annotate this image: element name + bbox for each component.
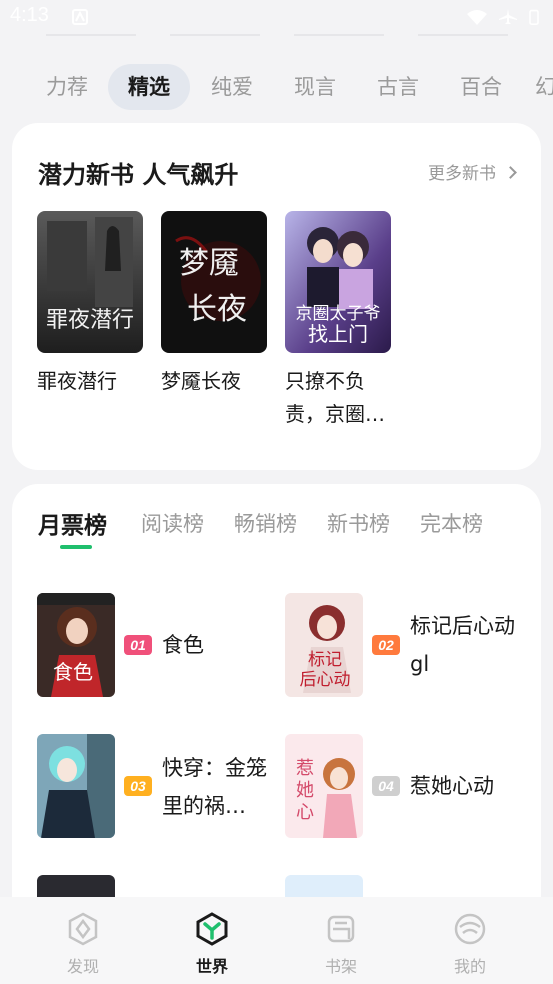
svg-text:食色: 食色 [53, 660, 93, 684]
book-title: 标记后心动gl [410, 614, 515, 676]
book-title: 只撩不负责，京圈… [285, 369, 385, 426]
svg-text:心: 心 [296, 802, 314, 823]
category-tab[interactable]: 纯爱 [203, 64, 261, 110]
ranking-tab-active[interactable]: 月票榜 [38, 506, 107, 540]
active-tab-indicator [60, 545, 92, 549]
category-tab[interactable]: 力荐 [38, 64, 96, 110]
nav-label: 书架 [324, 957, 357, 976]
svg-text:找上门: 找上门 [308, 322, 368, 346]
svg-text:长夜: 长夜 [187, 292, 247, 327]
book-item[interactable]: 梦魇 长夜 梦魇长夜 [161, 211, 267, 398]
status-time: 4:13 [10, 4, 49, 26]
ranking-item[interactable]: 03 快穿：金笼里的祸… [37, 734, 287, 838]
category-tabs: 力荐 精选 纯爱 现言 古言 百合 幻 [0, 64, 553, 110]
nav-bookshelf[interactable]: 书架 [301, 911, 381, 977]
book-title: 惹她心动 [410, 774, 494, 798]
ranking-item[interactable]: 标记 后心动 02 标记后心动gl [285, 593, 535, 697]
profile-icon [454, 913, 486, 945]
nav-label: 世界 [195, 957, 228, 976]
ranking-tab[interactable]: 阅读榜 [141, 508, 204, 538]
rank-badge: 01 [124, 635, 152, 655]
svg-text:后心动: 后心动 [300, 670, 351, 690]
nav-world[interactable]: 世界 [172, 911, 252, 977]
book-cover: 食色 [37, 593, 115, 697]
ranking-item[interactable]: 惹 她 心 04 惹她心动 [285, 734, 535, 838]
ranking-tab[interactable]: 畅销榜 [234, 508, 297, 538]
ranking-tab[interactable]: 完本榜 [420, 508, 483, 538]
rank-badge: 03 [124, 776, 152, 796]
book-title: 罪夜潜行 [37, 369, 117, 393]
notification-icon [72, 9, 88, 25]
book-title: 快穿：金笼里的祸… [162, 756, 267, 818]
category-tab[interactable]: 古言 [369, 64, 427, 110]
more-label: 更多新书 [428, 164, 496, 184]
svg-text:惹: 惹 [296, 758, 314, 779]
bookshelf-icon [327, 915, 355, 943]
new-books-card: 潜力新书 人气飙升 更多新书 罪夜潜行 罪夜潜行 梦魇 长夜 梦魇长夜 京圈太子… [12, 123, 541, 470]
rank-badge: 04 [372, 776, 400, 796]
bottom-nav: 发现 世界 书架 我的 [0, 897, 553, 984]
book-item[interactable]: 罪夜潜行 罪夜潜行 [37, 211, 143, 398]
book-cover: 罪夜潜行 [37, 211, 143, 353]
chevron-right-icon [504, 166, 517, 179]
svg-text:标记: 标记 [308, 650, 342, 670]
book-title: 食色 [162, 633, 204, 657]
ranking-tab[interactable]: 新书榜 [327, 508, 390, 538]
book-cover [37, 734, 115, 838]
svg-text:梦魇: 梦魇 [179, 246, 239, 281]
category-tab[interactable]: 百合 [452, 64, 510, 110]
svg-text:她: 她 [296, 780, 314, 801]
section-title: 潜力新书 人气飙升 [38, 161, 239, 189]
nav-label: 发现 [66, 957, 99, 976]
world-icon [196, 912, 228, 946]
category-tab-active[interactable]: 精选 [108, 64, 190, 110]
book-cover: 惹 她 心 [285, 734, 363, 838]
airplane-icon [499, 9, 517, 24]
discover-icon [68, 912, 98, 946]
ranking-item[interactable]: 食色 01 食色 [37, 593, 287, 697]
nav-label: 我的 [453, 957, 486, 976]
nav-discover[interactable]: 发现 [43, 911, 123, 977]
nav-profile[interactable]: 我的 [430, 911, 510, 977]
book-cover: 标记 后心动 [285, 593, 363, 697]
book-cover: 梦魇 长夜 [161, 211, 267, 353]
book-title: 梦魇长夜 [161, 369, 241, 393]
svg-text:京圈太子爷: 京圈太子爷 [296, 304, 381, 324]
rank-badge: 02 [372, 635, 400, 655]
category-tab[interactable]: 幻 [535, 64, 553, 110]
wifi-icon [467, 10, 487, 25]
book-cover: 京圈太子爷 找上门 [285, 211, 391, 353]
cut-off-strip [0, 34, 553, 38]
ranking-card: 月票榜 阅读榜 畅销榜 新书榜 完本榜 食色 01 食色 标记 后心动 02 标… [12, 484, 541, 924]
book-item[interactable]: 京圈太子爷 找上门 只撩不负责，京圈… [285, 211, 391, 431]
more-new-books-link[interactable]: 更多新书 [428, 159, 517, 184]
status-bar: 4:13 [0, 0, 553, 36]
category-tab[interactable]: 现言 [286, 64, 344, 110]
svg-text:罪夜潜行: 罪夜潜行 [46, 308, 134, 333]
battery-icon [529, 9, 539, 25]
